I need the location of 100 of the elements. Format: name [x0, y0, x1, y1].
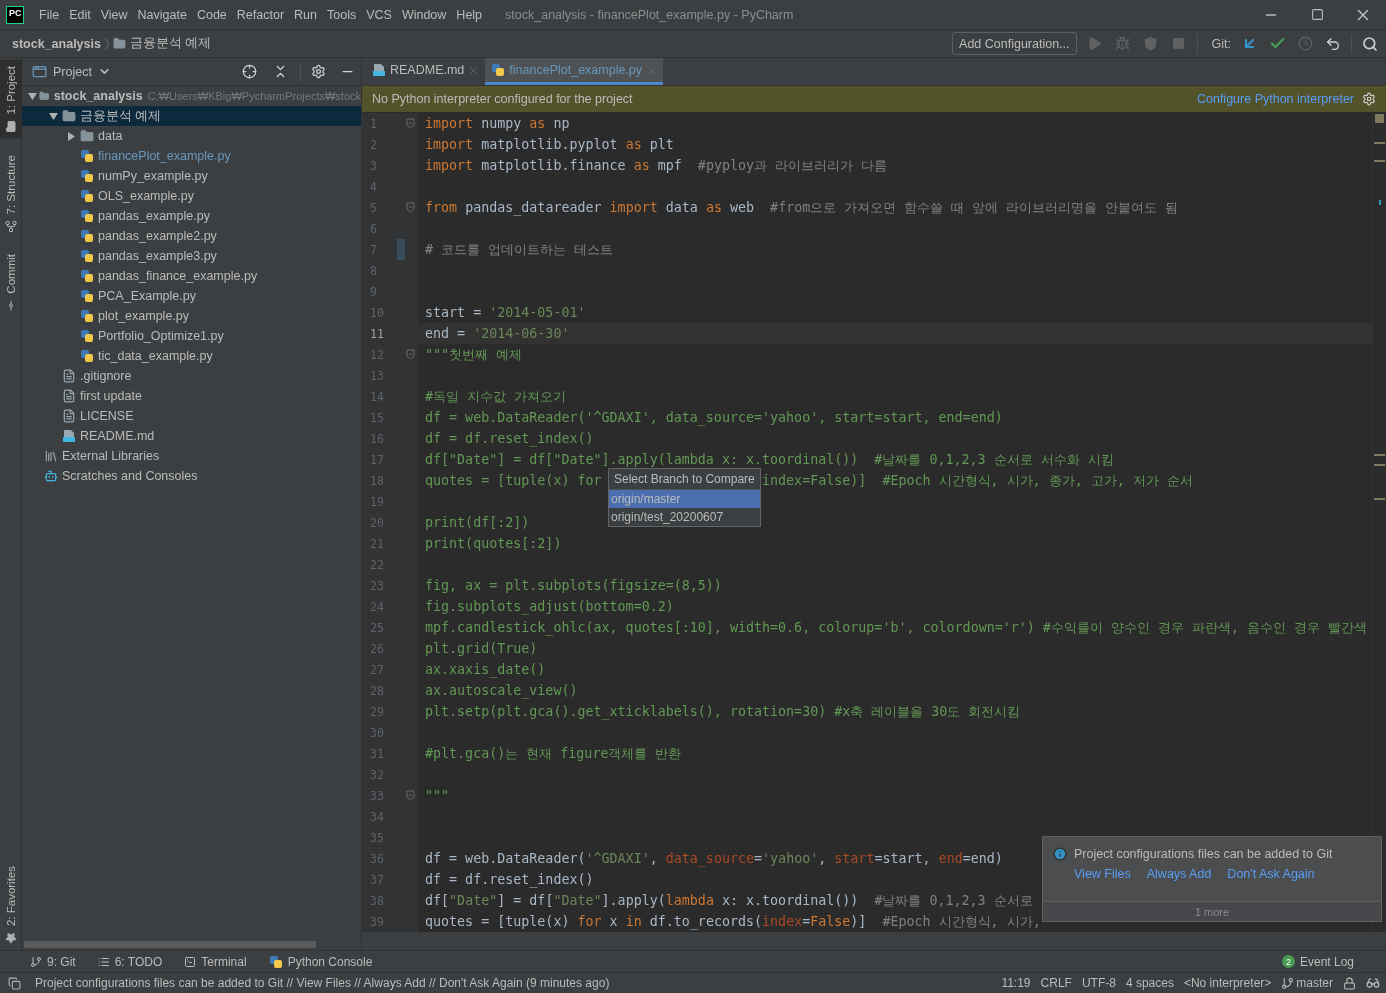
- tool-window-tab[interactable]: Terminal: [184, 954, 247, 969]
- menu-item[interactable]: Code: [191, 7, 232, 22]
- git-branch[interactable]: master: [1296, 976, 1333, 990]
- code-line: ax.autoscale_view(): [425, 683, 578, 698]
- tree-item[interactable]: first update: [80, 389, 142, 403]
- fold-marker-icon[interactable]: [405, 349, 415, 360]
- tree-item[interactable]: financePlot_example.py: [98, 149, 231, 163]
- tree-item[interactable]: pandas_example2.py: [98, 229, 217, 243]
- code-line: fig.subplots_adjust(bottom=0.2): [425, 599, 674, 614]
- code-line: print(df[:2]): [425, 515, 530, 530]
- tool-window-tab[interactable]: Commit: [0, 248, 22, 318]
- locate-icon[interactable]: [242, 64, 257, 79]
- menu-item[interactable]: Run: [289, 7, 322, 22]
- tree-item[interactable]: External Libraries: [62, 449, 160, 463]
- breadcrumb[interactable]: stock_analysis: [12, 36, 101, 51]
- tool-window-tab[interactable]: 9: Git: [30, 954, 76, 969]
- file-encoding[interactable]: UTF-8: [1081, 976, 1116, 990]
- tree-item[interactable]: tic_data_example.py: [98, 349, 213, 363]
- code-line: quotes = [tuple(x) for: [425, 473, 602, 488]
- add-configuration-button[interactable]: Add Configuration...: [952, 32, 1077, 55]
- fold-marker-icon[interactable]: [405, 202, 415, 213]
- collapsed-arrow-icon[interactable]: [66, 131, 76, 141]
- tree-item[interactable]: README.md: [80, 429, 155, 443]
- python-file-icon: [80, 189, 94, 203]
- menu-item[interactable]: Help: [451, 7, 488, 22]
- project-view-dropdown[interactable]: Project: [32, 64, 111, 79]
- tool-window-tab[interactable]: 1: Project: [0, 60, 22, 139]
- settings-icon[interactable]: [311, 64, 326, 79]
- menu-item[interactable]: View: [95, 7, 133, 22]
- undo-icon[interactable]: [1325, 35, 1341, 52]
- configure-interpreter-link[interactable]: Configure Python interpreter: [1196, 92, 1354, 106]
- code-line: from pandas_datareader import data as web #from으로 가져오면 함수쓸 때 앞에 라이브러리명을 안붙여도 됨: [425, 198, 1179, 217]
- breadcrumb[interactable]: 금융분석 예제: [129, 35, 212, 52]
- inspector-icon[interactable]: [1366, 976, 1380, 990]
- tool-window-tab[interactable]: 2: Favorites: [0, 859, 22, 950]
- lock-icon[interactable]: [1343, 976, 1356, 990]
- editor-tab[interactable]: README.md: [366, 58, 486, 85]
- expanded-arrow-icon[interactable]: [28, 91, 38, 101]
- code-line: print(quotes[:2]): [425, 536, 562, 551]
- banner-message: No Python interpreter configured for the project: [372, 92, 633, 106]
- menu-item[interactable]: Navigate: [132, 7, 192, 22]
- tree-item[interactable]: plot_example.py: [98, 309, 190, 323]
- fold-marker-icon[interactable]: [405, 790, 415, 801]
- more-notifications[interactable]: 1 more: [1043, 901, 1381, 921]
- caret-position[interactable]: 11:19: [1001, 976, 1031, 990]
- tree-item[interactable]: pandas_example3.py: [98, 249, 217, 263]
- tree-item[interactable]: numPy_example.py: [98, 169, 208, 183]
- menu-item[interactable]: Window: [396, 7, 452, 22]
- branch-icon: [30, 955, 42, 968]
- tree-item[interactable]: stock_analysis: [53, 89, 143, 103]
- tree-item[interactable]: OLS_example.py: [98, 189, 194, 203]
- text-file-icon: [62, 409, 76, 423]
- tree-item[interactable]: LICENSE: [80, 409, 134, 423]
- expanded-arrow-icon[interactable]: [48, 111, 58, 121]
- python-file-icon: [80, 269, 94, 283]
- branch-item[interactable]: origin/test_20200607: [609, 508, 760, 526]
- tree-item[interactable]: PCA_Example.py: [98, 289, 196, 303]
- code-line: """: [425, 788, 450, 803]
- tool-window-tab[interactable]: Python Console: [268, 954, 373, 969]
- code-line: #plt.gca()는 현재 figure객체를 반환: [425, 744, 682, 763]
- tool-window-tab[interactable]: 7: Structure: [0, 148, 22, 239]
- tree-item[interactable]: .gitignore: [80, 369, 132, 383]
- code-line: start = '2014-05-01': [425, 305, 586, 320]
- path-hint: C:₩Users₩KBig₩PycharmProjects₩stock: [147, 90, 361, 102]
- code-line: import matplotlib.pyplot as plt: [425, 137, 674, 152]
- maximize-icon[interactable]: [1310, 8, 1324, 21]
- code-line: # 코드를 업데이트하는 테스트: [425, 240, 614, 259]
- library-icon: [44, 449, 58, 463]
- fold-marker-icon[interactable]: [405, 118, 415, 129]
- code-line: df = web.DataReader('^GDAXI', data_source='yahoo', start=start, end=end): [425, 851, 1003, 866]
- notification-link[interactable]: Always Add: [1146, 867, 1212, 881]
- indent-setting[interactable]: 4 spaces: [1125, 976, 1174, 990]
- tree-item[interactable]: pandas_example.py: [98, 209, 210, 223]
- tool-window-tab[interactable]: 6: TODO: [97, 954, 163, 969]
- tree-item[interactable]: Portfolio_Optimize1.py: [98, 329, 224, 343]
- menu-item[interactable]: Tools: [322, 7, 362, 22]
- change-marker[interactable]: [396, 239, 405, 260]
- menu-item[interactable]: File: [34, 7, 65, 22]
- search-icon[interactable]: [1362, 35, 1378, 52]
- menu-item[interactable]: Edit: [64, 7, 96, 22]
- tree-item[interactable]: Scratches and Consoles: [62, 469, 198, 483]
- code-line: fig, ax = plt.subplots(figsize=(8,5)): [425, 578, 722, 593]
- code-line: """첫번째 예제: [425, 345, 523, 364]
- notification-link[interactable]: View Files: [1074, 867, 1131, 881]
- tree-item[interactable]: pandas_finance_example.py: [98, 269, 258, 283]
- menu-item[interactable]: Refactor: [231, 7, 290, 22]
- menu-item[interactable]: VCS: [361, 7, 397, 22]
- tree-item[interactable]: 금융분석 예제: [80, 107, 162, 125]
- markdown-file-icon: [62, 429, 76, 443]
- interpreter-status[interactable]: <No interpreter>: [1183, 976, 1272, 990]
- code-line: df["Date"] = df["Date"].apply(lambda x: x.toordinal()) #날짜를 0,1,2,3 순서로 서수화 시킴: [425, 450, 1114, 469]
- scrollbar-thumb[interactable]: [24, 941, 316, 948]
- event-log-button[interactable]: 2 Event Log: [1281, 954, 1378, 969]
- settings-icon[interactable]: [1362, 92, 1376, 106]
- status-message[interactable]: Project configurations files can be added to Git // View Files // Always Add // Don't Ask Again (9 minutes ago): [35, 976, 610, 990]
- tool-windows-icon[interactable]: [8, 976, 21, 990]
- text-file-icon: [62, 389, 76, 403]
- tree-item[interactable]: data: [98, 129, 123, 143]
- notification-link[interactable]: Don't Ask Again: [1227, 867, 1315, 881]
- line-separator[interactable]: CRLF: [1040, 976, 1072, 990]
